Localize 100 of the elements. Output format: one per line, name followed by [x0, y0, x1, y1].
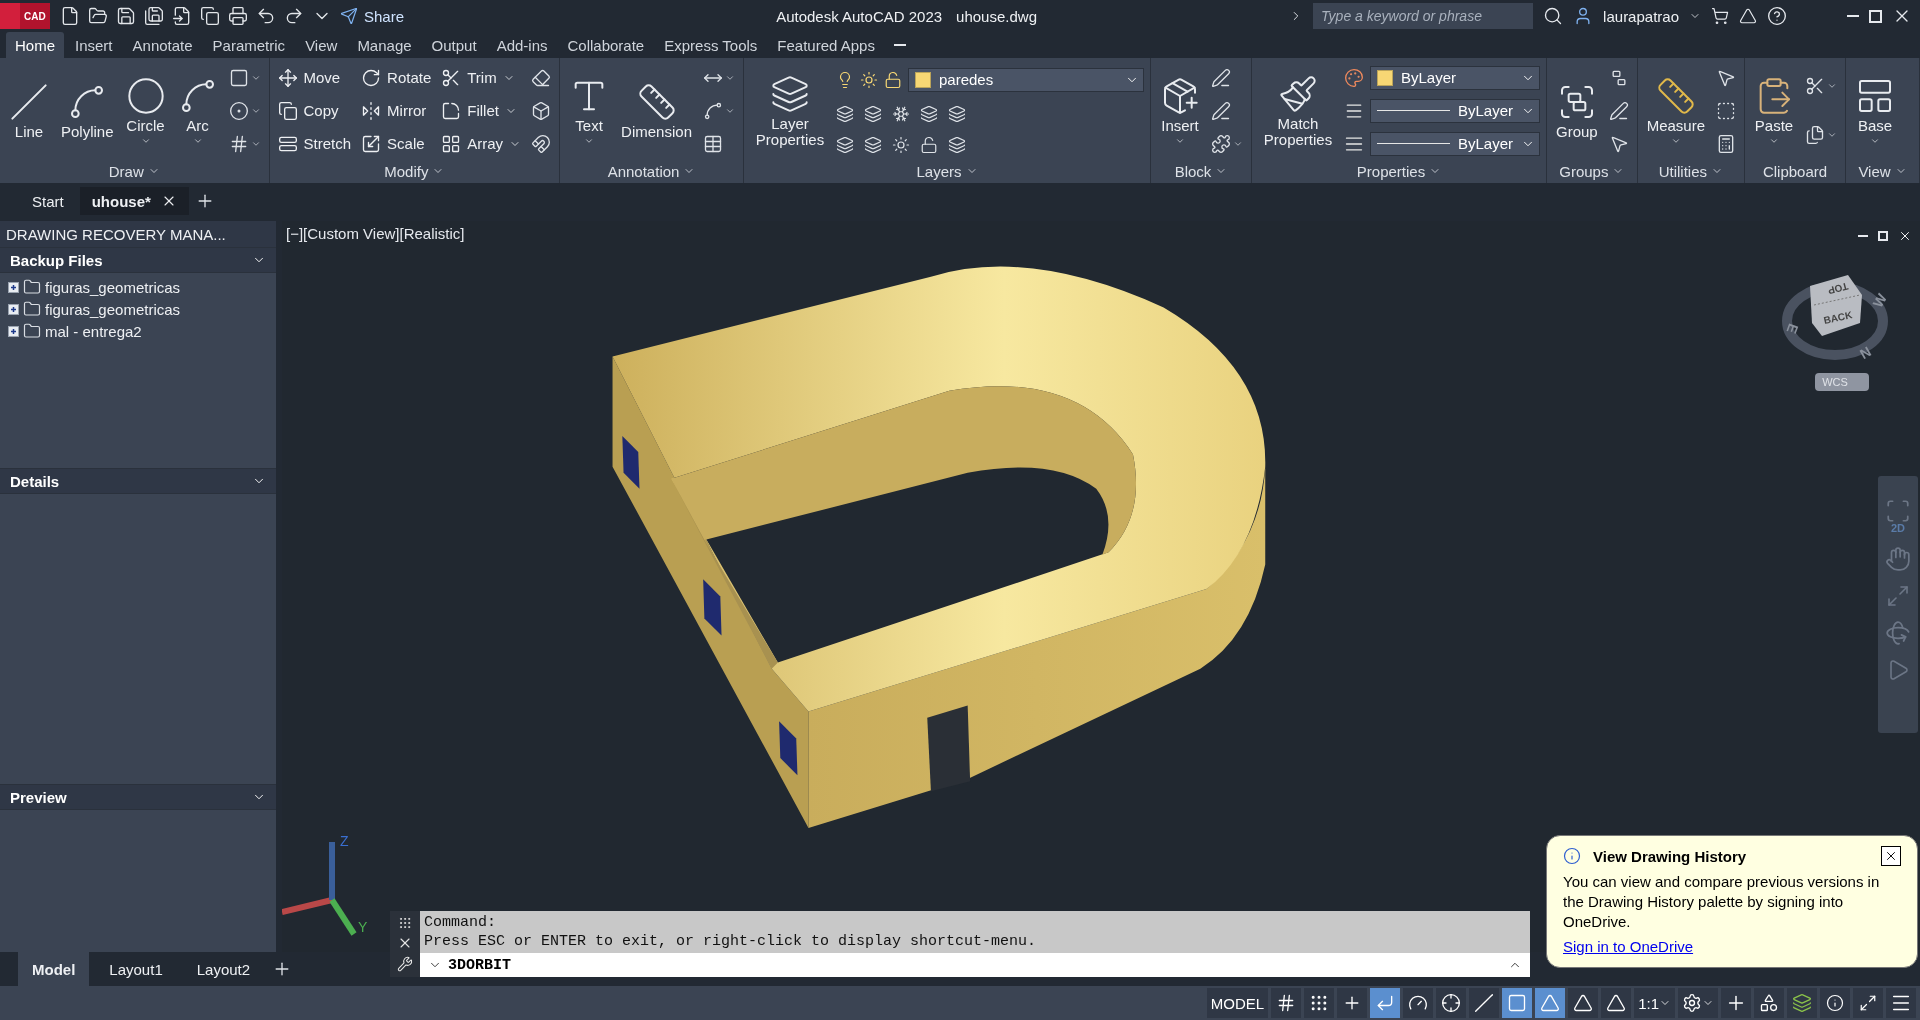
sign-in-link[interactable]: Sign in to OneDrive [1563, 938, 1694, 955]
ribbon-tool-button[interactable]: Insert [1157, 73, 1203, 148]
user-name[interactable]: laurapatrao [1603, 7, 1679, 25]
ribbon-tab[interactable]: Featured Apps [768, 32, 884, 58]
status-toggle[interactable] [1370, 988, 1401, 1018]
layout-tab[interactable]: Layout2 [182, 952, 265, 986]
ribbon-tab[interactable]: Insert [66, 32, 122, 58]
file-tab[interactable]: Start [20, 187, 76, 215]
dimension-icon [636, 81, 677, 122]
ribbon-tab[interactable]: View [296, 32, 347, 58]
app-logo[interactable]: CAD [0, 3, 50, 29]
viewport-label[interactable]: [−][Custom View][Realistic] [286, 225, 465, 242]
update-button[interactable] [1787, 988, 1817, 1018]
redo-icon [284, 6, 304, 26]
status-toggle[interactable] [1601, 988, 1632, 1018]
expand-toggle[interactable] [8, 281, 19, 293]
ribbon-tool-button[interactable]: Mirror [359, 98, 434, 123]
ribbon-tab[interactable]: Parametric [203, 32, 295, 58]
ribbon-tool-button[interactable]: Paste [1751, 73, 1798, 148]
rectangle-icon [228, 67, 249, 88]
move-icon [277, 67, 298, 88]
linetype-dropdown[interactable]: ByLayer [1370, 131, 1540, 156]
layout-tab[interactable]: Model [18, 952, 90, 986]
backup-file-name[interactable]: figuras_geometricas [45, 278, 181, 296]
ribbon-tool-button[interactable]: Circle [122, 73, 169, 148]
select-all-icon [1716, 100, 1737, 121]
copy-icon [277, 100, 298, 121]
ribbon-tool-button[interactable]: Match Properties [1258, 71, 1338, 150]
share-button[interactable]: Share [340, 7, 405, 25]
backup-file-name[interactable]: figuras_geometricas [45, 300, 181, 318]
status-toggle[interactable] [1502, 988, 1533, 1018]
linetype-dropdown[interactable]: ByLayer [1370, 98, 1540, 123]
status-toggle[interactable] [1535, 988, 1566, 1018]
sun-icon [860, 70, 878, 89]
viewcube-drawing[interactable] [1782, 275, 1888, 360]
clean-screen-button[interactable] [1853, 988, 1883, 1018]
workspace-button[interactable] [1678, 988, 1718, 1018]
ribbon-tool-button[interactable]: Arc [174, 73, 221, 148]
ribbon-tool-button[interactable]: Trim [439, 65, 524, 90]
scale-icon [361, 133, 382, 154]
folder-icon [23, 278, 41, 296]
ribbon-tab[interactable]: Collaborate [558, 32, 654, 58]
ribbon-tool-button[interactable]: Polyline [58, 79, 117, 142]
ribbon-tool-button[interactable]: Copy [275, 98, 354, 123]
backup-file-name[interactable]: mal - entrega2 [45, 322, 142, 340]
ribbon-tool-button[interactable]: Line [6, 79, 52, 142]
ribbon-tool-button[interactable]: Dimension [618, 79, 695, 142]
restore-icon[interactable] [1878, 231, 1888, 241]
ribbon-tool-button[interactable]: Fillet [439, 98, 524, 123]
ribbon-tab[interactable]: Annotate [123, 32, 202, 58]
file-tab[interactable]: uhouse* [79, 187, 189, 215]
section-header[interactable]: Details [0, 468, 276, 494]
section-header[interactable]: Backup Files [0, 247, 276, 273]
palette-title: DRAWING RECOVERY MANA... [0, 221, 276, 247]
status-toggle[interactable] [1304, 988, 1335, 1018]
menu-button[interactable] [1886, 988, 1916, 1018]
command-input[interactable]: 3DORBIT [420, 953, 1530, 977]
ribbon-tool-button[interactable]: Text [566, 73, 613, 148]
status-toggle[interactable] [1271, 988, 1302, 1018]
status-toggle[interactable] [1337, 988, 1368, 1018]
ribbon-tool-button[interactable]: Move [275, 65, 354, 90]
close-icon [1898, 229, 1912, 243]
restore-icon[interactable] [1869, 9, 1882, 23]
layer-dropdown[interactable]: ByLayer [1370, 65, 1540, 90]
ribbon-tool-button[interactable]: Rotate [359, 65, 434, 90]
ribbon-tool-button[interactable]: Scale [359, 131, 434, 156]
annotation-scale-button[interactable]: 1:1 [1634, 988, 1675, 1018]
fillet-icon [441, 100, 462, 121]
status-toggle[interactable] [1403, 988, 1434, 1018]
ribbon-tab[interactable]: Express Tools [655, 32, 767, 58]
search-field[interactable]: Type a keyword or phrase [1313, 3, 1534, 29]
ribbon-tab[interactable]: Add-ins [487, 32, 557, 58]
section-header[interactable]: Preview [0, 784, 276, 810]
ribbon-tab[interactable]: Output [422, 32, 486, 58]
copy-clip-icon [1805, 125, 1826, 146]
expand-toggle[interactable] [8, 325, 19, 337]
ribbon-tab[interactable]: Home [6, 32, 64, 58]
layer-dropdown[interactable]: paredes [908, 67, 1144, 92]
status-toggle[interactable] [1469, 988, 1500, 1018]
ribbon-tool-button[interactable]: Group [1553, 79, 1601, 142]
notification-text: You can view and compare previous versions in the Drawing History palette by signing into OneDrive. [1563, 872, 1881, 932]
ribbon-tool-button[interactable]: Base [1852, 73, 1899, 148]
ribbon-tool-button[interactable]: Layer Properties [750, 71, 830, 150]
status-toggle[interactable] [1568, 988, 1599, 1018]
close-button[interactable] [1881, 846, 1901, 866]
layout-tab[interactable]: Layout1 [95, 952, 177, 986]
angle-icon [1474, 993, 1495, 1013]
viewcube-face-label: BACK [1822, 309, 1854, 326]
shapes-icon [1759, 993, 1779, 1013]
isolate-button[interactable] [1754, 988, 1784, 1018]
status-toggle[interactable] [1436, 988, 1467, 1018]
ribbon-tool-button[interactable]: Array [439, 131, 524, 156]
customize-button[interactable] [1721, 988, 1751, 1018]
ribbon-tool-button[interactable]: Measure [1643, 73, 1709, 148]
pan-icon [1885, 546, 1911, 572]
model-space-button[interactable]: MODEL [1206, 988, 1269, 1018]
notification-button[interactable] [1820, 988, 1850, 1018]
ribbon-tab[interactable]: Manage [348, 32, 421, 58]
expand-toggle[interactable] [8, 303, 19, 315]
ribbon-tool-button[interactable]: Stretch [275, 131, 354, 156]
